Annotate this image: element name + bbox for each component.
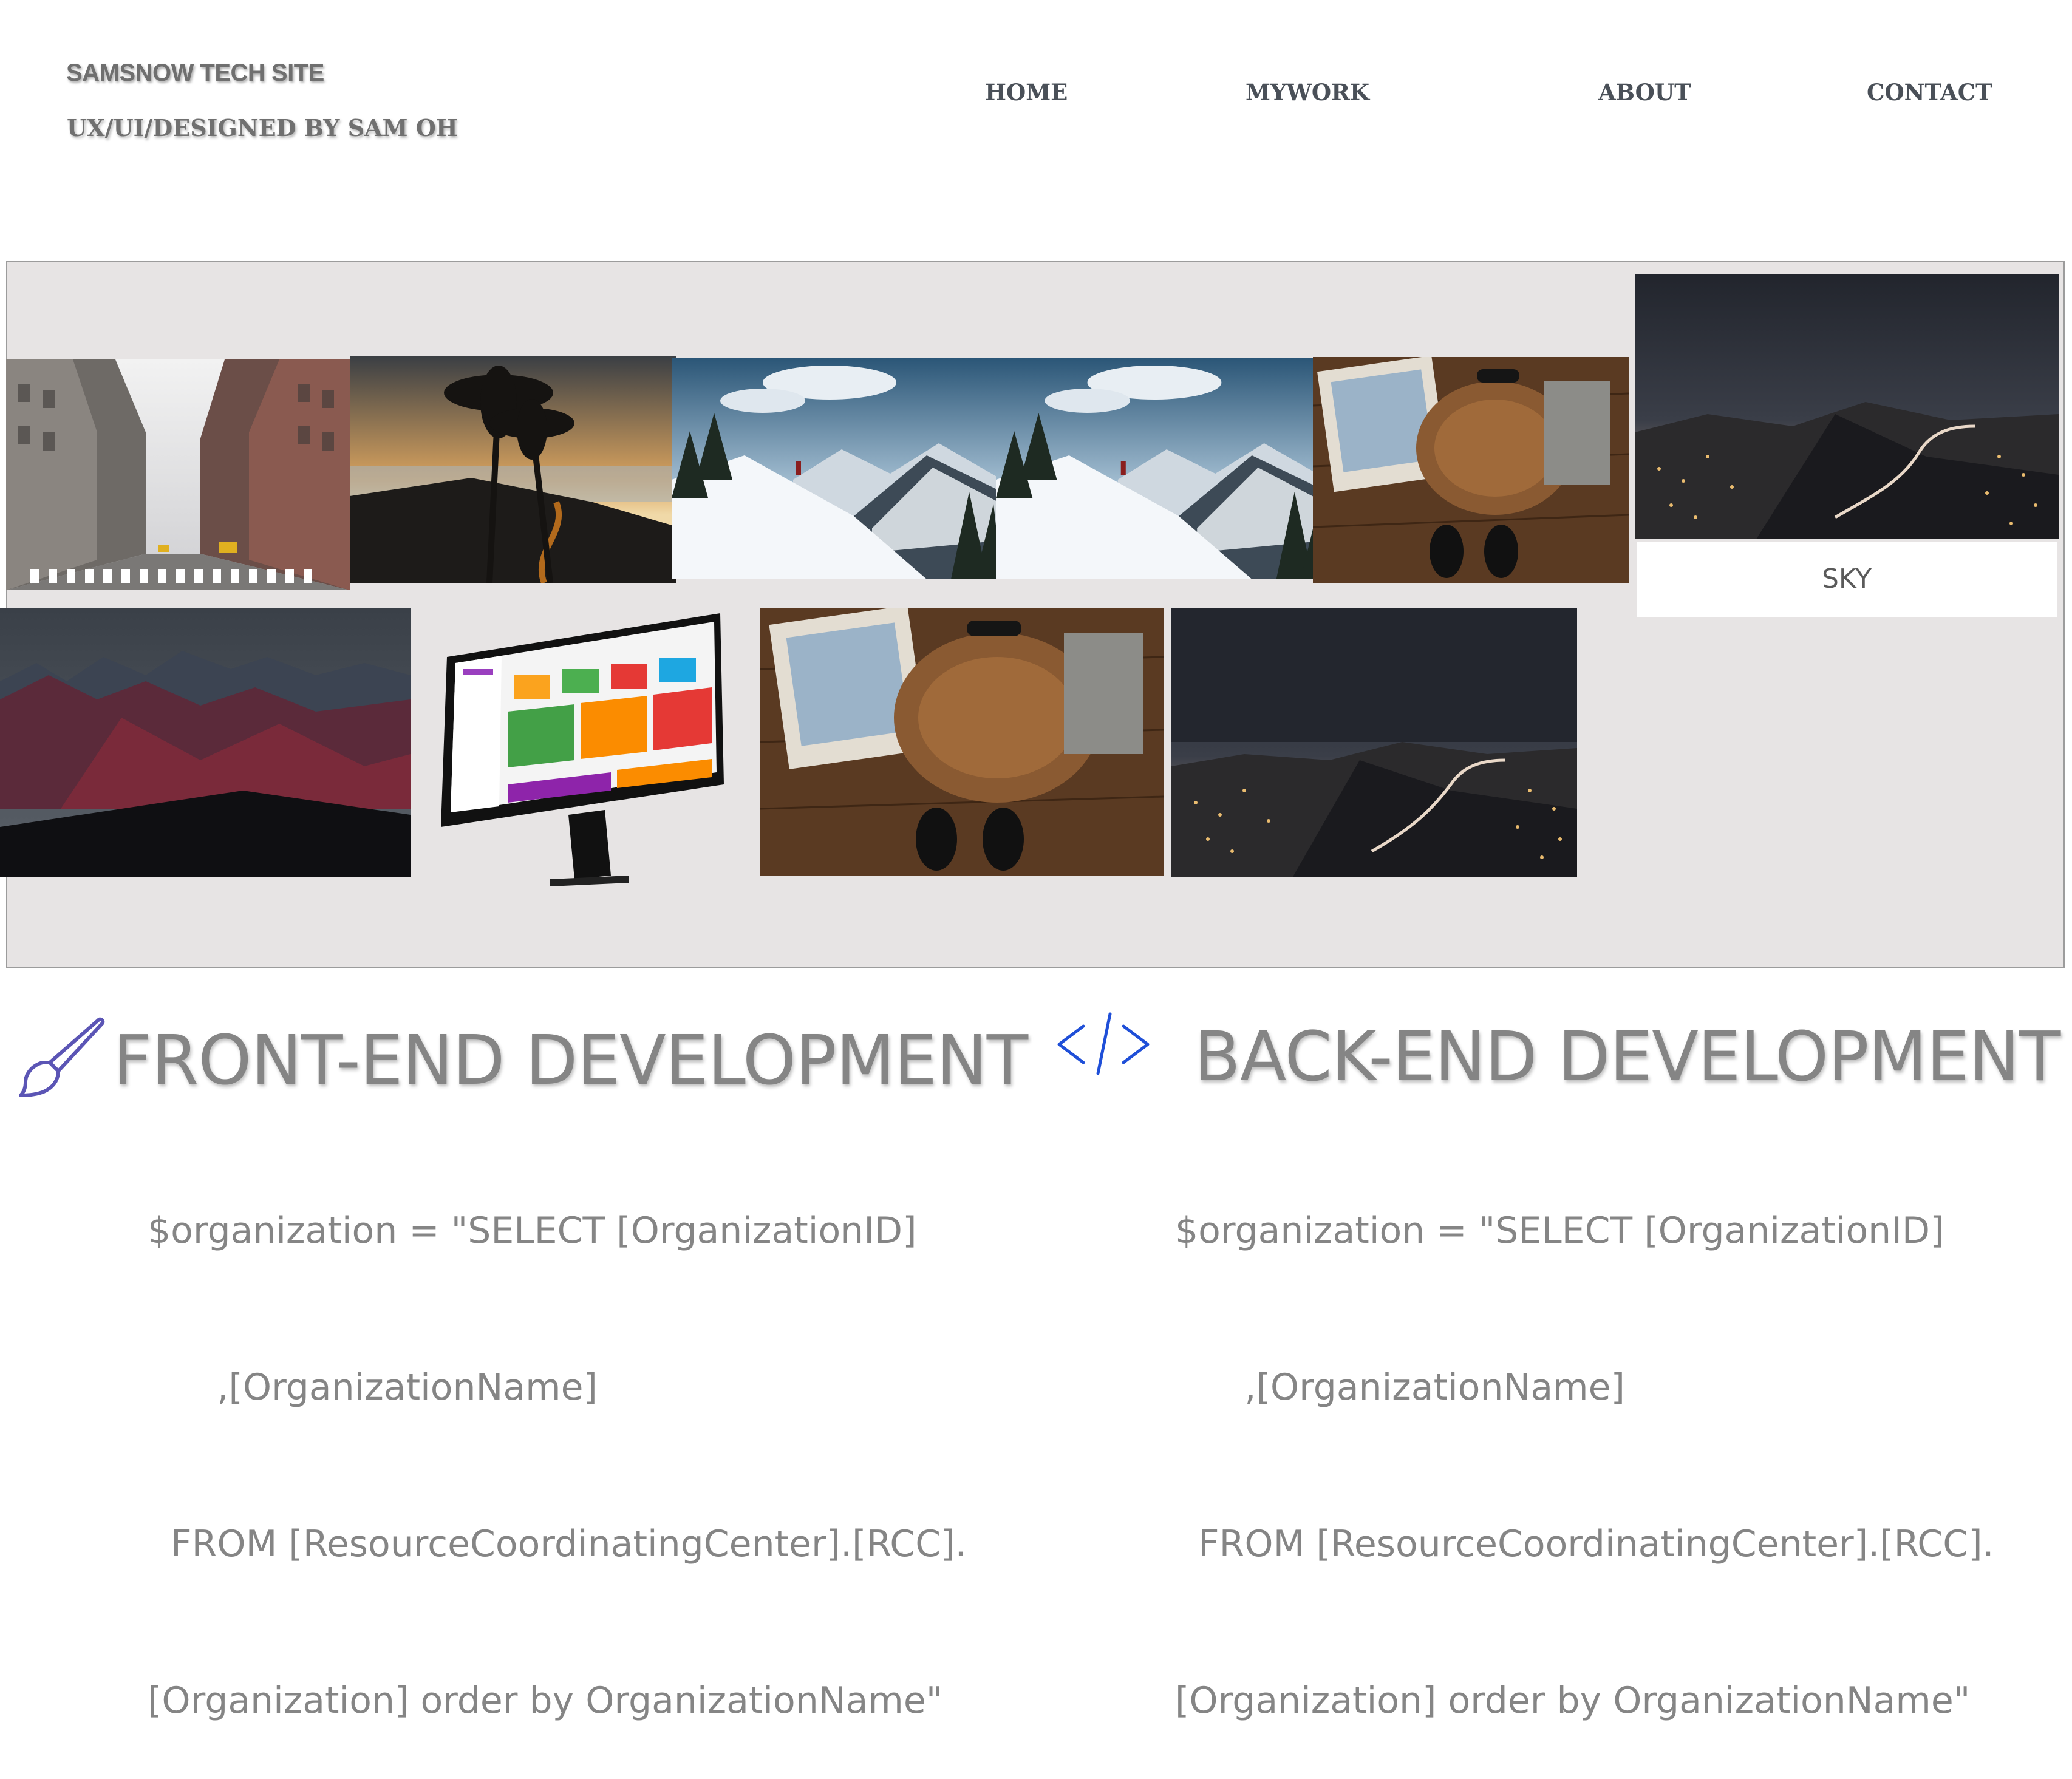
code-line: ,[OrganizationName] xyxy=(1175,1366,1625,1409)
code-line: $organization = "SELECT [OrganizationID] xyxy=(148,1209,917,1252)
code-line: FROM [ResourceCoordinatingCenter].[RCC]. xyxy=(1175,1523,1994,1565)
front-end-code-snippet: $organization = "SELECT [OrganizationID]… xyxy=(148,1100,967,1779)
sky-caption: SKY xyxy=(1637,542,2057,617)
back-end-code-snippet: $organization = "SELECT [OrganizationID]… xyxy=(1175,1100,1994,1779)
gallery-photo-palm-sunset[interactable] xyxy=(350,356,676,583)
gallery-photo-travel-flatlay-2[interactable] xyxy=(760,608,1164,876)
site-title: SAMSNOW TECH SITE xyxy=(66,60,324,86)
gallery-photo-snow-mountain[interactable] xyxy=(672,358,1002,579)
code-line: FROM [ResourceCoordinatingCenter].[RCC]. xyxy=(148,1523,967,1565)
nav-mywork-link[interactable]: MYWORK xyxy=(1246,79,1369,106)
front-end-heading: FRONT-END DEVELOPMENT xyxy=(113,1021,1028,1100)
gallery-photo-sky[interactable] xyxy=(1635,274,2059,539)
code-line: $organization = "SELECT [OrganizationID] xyxy=(1175,1209,1944,1252)
code-line: ,[OrganizationName] xyxy=(148,1366,598,1409)
paintbrush-icon xyxy=(16,1013,107,1104)
gallery-photo-imac-dashboard[interactable] xyxy=(429,608,738,894)
nav-home-link[interactable]: HOME xyxy=(985,79,1068,106)
gallery-photo-red-mountains[interactable] xyxy=(0,608,411,877)
site-subtitle: UX/UI/DESIGNED BY SAM OH xyxy=(67,114,458,141)
photo-gallery: SKY xyxy=(0,261,2065,968)
gallery-photo-night-road[interactable] xyxy=(1171,608,1577,877)
code-line: [Organization] order by OrganizationName… xyxy=(148,1679,943,1722)
gallery-photo-travel-flatlay[interactable] xyxy=(1313,357,1629,583)
gallery-photo-snow-mountain-2[interactable] xyxy=(996,358,1327,579)
nav-contact-link[interactable]: CONTACT xyxy=(1867,79,1992,106)
code-brackets-icon xyxy=(1052,1008,1155,1081)
gallery-photo-city-street[interactable] xyxy=(6,359,350,590)
code-line: [Organization] order by OrganizationName… xyxy=(1175,1679,1971,1722)
nav-about-link[interactable]: ABOUT xyxy=(1598,79,1691,106)
back-end-heading: BACK-END DEVELOPMENT xyxy=(1194,1018,2060,1097)
